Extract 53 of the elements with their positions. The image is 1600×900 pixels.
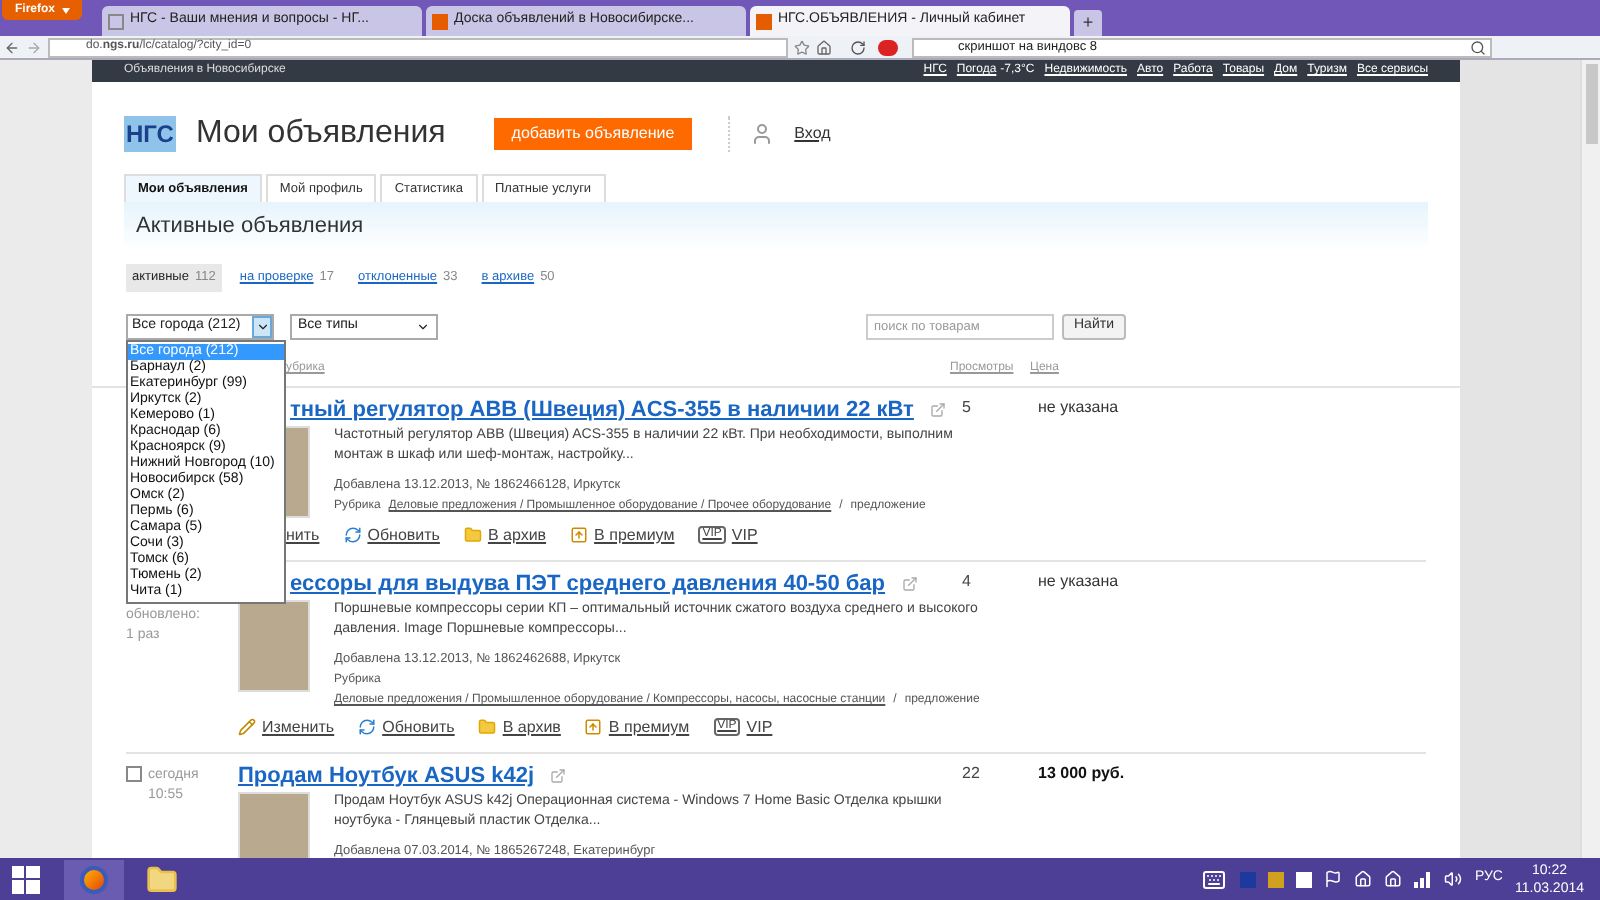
reload-icon[interactable] (850, 39, 866, 55)
speaker-icon[interactable] (1444, 870, 1463, 888)
action-link[interactable]: В архив (463, 523, 547, 548)
dropdown-arrow-icon (61, 7, 69, 13)
login-link[interactable]: Вход (794, 122, 831, 146)
refresh-icon (343, 526, 362, 545)
firefox-icon (80, 865, 108, 893)
listing-title[interactable]: Продам Ноутбук ASUS k42j (238, 761, 535, 790)
action-link[interactable]: Изменить (238, 715, 335, 740)
action-link[interactable]: В архив (478, 715, 561, 740)
site-favicon (432, 13, 448, 29)
checkbox[interactable] (126, 765, 142, 782)
action-link[interactable]: В премиум (570, 523, 675, 548)
signal-bars-icon[interactable] (1414, 870, 1433, 888)
search-icon[interactable] (1470, 39, 1486, 55)
windows-start-icon[interactable] (12, 865, 40, 893)
views-count: 4 (962, 571, 971, 590)
action-link[interactable]: В премиум (584, 715, 690, 740)
star-icon[interactable] (794, 39, 810, 55)
firefox-taskbar-button[interactable] (64, 859, 124, 899)
price-text: не указана (1038, 397, 1119, 416)
site-favicon (756, 13, 772, 29)
folder-icon (146, 863, 178, 895)
user-icon (750, 122, 775, 146)
scrollbar-thumb[interactable] (1585, 64, 1597, 144)
listing-title[interactable]: тный регулятор ABB (Швеция) ACS-355 в наличии 22 кВт (290, 395, 914, 424)
keyboard-icon[interactable] (1200, 867, 1229, 891)
action-link[interactable]: Обновить (358, 715, 455, 740)
home-icon[interactable] (816, 39, 832, 55)
price-text: не указана (1038, 571, 1119, 590)
views-count: 5 (962, 397, 971, 416)
site-logo[interactable]: НГС (124, 116, 176, 152)
photo-placeholder (238, 791, 310, 858)
folder-icon (478, 718, 497, 737)
action-link[interactable]: нить (286, 523, 320, 548)
price-text: 13 000 руб. (1038, 763, 1125, 782)
pencil-icon (238, 718, 256, 737)
chevron-down-icon (255, 319, 269, 334)
site-favicon (108, 13, 124, 29)
flag-icon[interactable] (1324, 870, 1343, 888)
back-icon[interactable] (4, 39, 20, 55)
views-count: 22 (962, 763, 980, 782)
photo-placeholder (238, 599, 310, 692)
folder-icon (463, 526, 482, 545)
new-tab-button[interactable]: + (1074, 10, 1102, 36)
listing-title[interactable]: ессоры для выдува ПЭТ среднего давления 40-50 бар (290, 569, 886, 598)
section-title: Активные объявления (136, 212, 364, 243)
arrow-up-icon (570, 526, 589, 545)
arrow-up-icon (584, 718, 603, 737)
chevron-down-icon (416, 319, 430, 334)
refresh-icon (358, 718, 377, 737)
page-title: Мои объявления (196, 114, 446, 154)
action-link[interactable]: Обновить (343, 523, 440, 548)
